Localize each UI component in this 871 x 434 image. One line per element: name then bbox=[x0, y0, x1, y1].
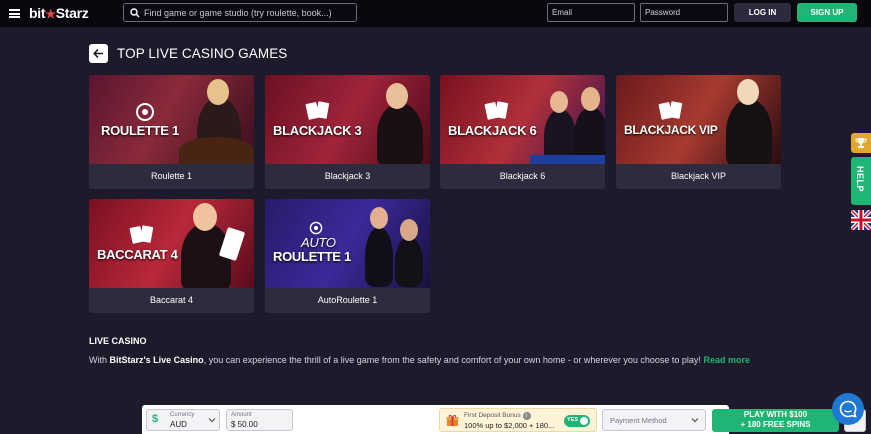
search-box[interactable] bbox=[123, 3, 357, 22]
playing-cards-icon bbox=[305, 101, 330, 120]
toggle-knob bbox=[580, 417, 588, 425]
currency-value: AUD bbox=[170, 420, 187, 429]
game-card-roulette-1[interactable]: ROULETTE 1 Roulette 1 bbox=[89, 75, 254, 189]
game-thumbnail[interactable]: BLACKJACK VIP bbox=[616, 75, 781, 164]
play-line-1: PLAY WITH $100 bbox=[743, 410, 808, 419]
game-thumb-title: BLACKJACK VIP bbox=[624, 123, 718, 137]
roulette-wheel-icon bbox=[136, 103, 154, 121]
back-button[interactable] bbox=[89, 44, 108, 63]
game-caption: Roulette 1 bbox=[150, 171, 193, 181]
game-thumbnail[interactable]: BACCARAT 4 bbox=[89, 199, 254, 288]
menu-icon[interactable] bbox=[9, 9, 20, 18]
deposit-bar: $ Currency AUD Amount $ 50.00 First Depo… bbox=[142, 405, 866, 434]
logo-star-icon: ★ bbox=[45, 7, 56, 21]
search-icon bbox=[130, 8, 140, 18]
description-start: With bbox=[89, 355, 110, 365]
toggle-label: YES bbox=[567, 417, 579, 423]
game-thumb-title: BLACKJACK 3 bbox=[273, 123, 362, 138]
amount-label: Amount bbox=[231, 412, 252, 418]
game-thumbnail[interactable]: ROULETTE 1 bbox=[89, 75, 254, 164]
currency-symbol: $ bbox=[152, 413, 159, 425]
game-caption: Baccarat 4 bbox=[149, 295, 194, 305]
bonus-toggle[interactable]: YES bbox=[564, 415, 590, 427]
game-caption: Blackjack VIP bbox=[670, 171, 727, 181]
play-deposit-button[interactable]: PLAY WITH $100 + 180 FREE SPINS bbox=[712, 409, 839, 432]
email-field[interactable] bbox=[547, 3, 635, 22]
help-label: HELP bbox=[855, 166, 865, 193]
uk-flag-icon bbox=[851, 210, 871, 230]
chevron-down-icon bbox=[208, 418, 216, 423]
password-field[interactable] bbox=[640, 3, 728, 22]
first-deposit-bonus[interactable]: First Deposit Bonus i 100% up to $2,000 … bbox=[439, 408, 597, 432]
game-card-autoroulette-1[interactable]: AUTO ROULETTE 1 AutoRoulette 1 bbox=[265, 199, 430, 313]
search-input[interactable] bbox=[144, 5, 349, 20]
chevron-down-icon bbox=[691, 418, 699, 423]
bonus-label-text: First Deposit Bonus bbox=[464, 412, 521, 419]
live-casino-description: With BitStarz's Live Casino, you can exp… bbox=[89, 355, 750, 365]
game-card-blackjack-3[interactable]: BLACKJACK 3 Blackjack 3 bbox=[265, 75, 430, 189]
description-bold: BitStarz's Live Casino bbox=[109, 355, 204, 365]
section-title: TOP LIVE CASINO GAMES bbox=[117, 46, 288, 61]
game-card-baccarat-4[interactable]: BACCARAT 4 Baccarat 4 bbox=[89, 199, 254, 313]
game-caption: Blackjack 3 bbox=[324, 171, 371, 181]
game-thumbnail[interactable]: AUTO ROULETTE 1 bbox=[265, 199, 430, 288]
logo-text-right: Starz bbox=[55, 5, 89, 21]
bonus-label: First Deposit Bonus i bbox=[464, 412, 531, 420]
game-thumbnail[interactable]: BLACKJACK 6 bbox=[440, 75, 605, 164]
playing-cards-icon bbox=[129, 225, 154, 244]
arrow-left-icon bbox=[93, 48, 103, 59]
chat-bubble-icon bbox=[839, 400, 857, 418]
info-icon[interactable]: i bbox=[522, 412, 531, 420]
playing-cards-icon bbox=[658, 101, 683, 120]
game-thumbnail[interactable]: BLACKJACK 3 bbox=[265, 75, 430, 164]
login-button[interactable]: LOG IN bbox=[734, 3, 791, 22]
game-caption: Blackjack 6 bbox=[499, 171, 546, 181]
top-bar: bit★Starz LOG IN SIGN UP bbox=[0, 0, 871, 27]
gift-icon bbox=[446, 414, 459, 426]
payment-method-select[interactable]: Payment Method bbox=[602, 409, 706, 431]
play-line-2: + 180 FREE SPINS bbox=[740, 420, 811, 429]
language-selector[interactable] bbox=[851, 210, 871, 230]
roulette-wheel-icon bbox=[309, 221, 323, 235]
payment-method-placeholder: Payment Method bbox=[610, 416, 667, 425]
signup-button[interactable]: SIGN UP bbox=[797, 3, 857, 22]
game-caption: AutoRoulette 1 bbox=[317, 295, 378, 305]
currency-select[interactable]: $ Currency AUD bbox=[146, 409, 220, 431]
trophy-icon bbox=[855, 138, 867, 148]
game-thumb-title: BLACKJACK 6 bbox=[448, 123, 537, 138]
game-thumb-title: BACCARAT 4 bbox=[97, 247, 178, 262]
help-tab[interactable]: HELP bbox=[851, 157, 871, 205]
live-casino-heading: LIVE CASINO bbox=[89, 336, 147, 346]
trophy-tab[interactable] bbox=[851, 133, 871, 153]
game-card-blackjack-vip[interactable]: BLACKJACK VIP Blackjack VIP bbox=[616, 75, 781, 189]
logo-text-left: bit bbox=[29, 5, 46, 21]
chat-button[interactable] bbox=[832, 393, 864, 425]
read-more-link[interactable]: Read more bbox=[703, 355, 750, 365]
game-card-blackjack-6[interactable]: BLACKJACK 6 Blackjack 6 bbox=[440, 75, 605, 189]
description-rest: , you can experience the thrill of a liv… bbox=[203, 355, 704, 365]
game-thumb-title: ROULETTE 1 bbox=[101, 123, 179, 138]
currency-label: Currency bbox=[170, 412, 195, 418]
bonus-value: 100% up to $2,000 + 180... bbox=[464, 421, 555, 430]
playing-cards-icon bbox=[484, 101, 509, 120]
logo[interactable]: bit★Starz bbox=[29, 5, 89, 21]
amount-field[interactable]: Amount $ 50.00 bbox=[226, 409, 293, 431]
amount-value: $ 50.00 bbox=[231, 420, 258, 429]
game-thumb-title-top: AUTO bbox=[301, 235, 336, 250]
game-thumb-title: ROULETTE 1 bbox=[273, 249, 351, 264]
